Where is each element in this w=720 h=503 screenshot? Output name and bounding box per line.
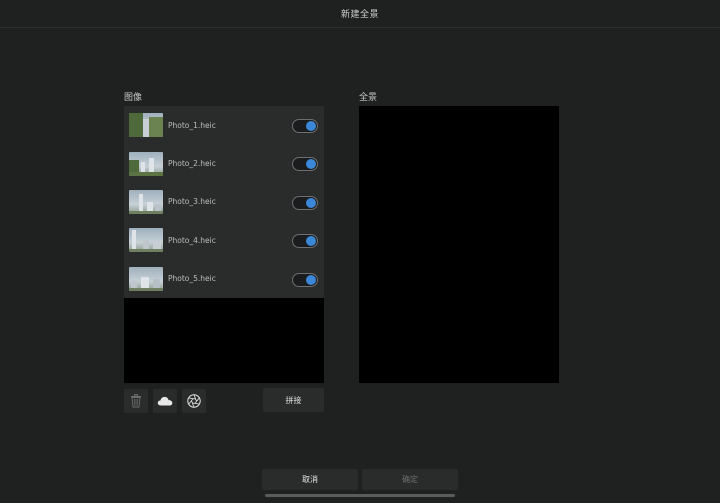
images-panel: Photo_1.heic Photo_2.heic Photo_3.heic P… bbox=[124, 106, 324, 383]
photo-thumbnail bbox=[129, 151, 163, 176]
panorama-preview bbox=[359, 106, 559, 383]
aperture-icon bbox=[187, 394, 201, 408]
image-toggle[interactable] bbox=[292, 195, 318, 210]
photo-thumbnail bbox=[129, 266, 163, 291]
ok-button[interactable]: 确定 bbox=[362, 469, 458, 490]
toggle-knob bbox=[306, 159, 316, 170]
image-row-2[interactable]: Photo_2.heic bbox=[124, 144, 324, 182]
toggle-knob bbox=[306, 274, 316, 285]
image-row-1[interactable]: Photo_1.heic bbox=[124, 106, 324, 144]
images-section-label: 图像 bbox=[124, 93, 143, 103]
image-row-5[interactable]: Photo_5.heic bbox=[124, 260, 324, 298]
photo-thumbnail bbox=[129, 189, 163, 214]
panorama-section-label: 全景 bbox=[359, 93, 378, 103]
stitch-button[interactable]: 拼接 bbox=[263, 388, 324, 412]
cancel-button[interactable]: 取消 bbox=[262, 469, 358, 490]
toggle-knob bbox=[306, 197, 316, 208]
window-title: 新建全景 bbox=[340, 10, 379, 20]
image-row-3[interactable]: Photo_3.heic bbox=[124, 183, 324, 221]
image-row-4[interactable]: Photo_4.heic bbox=[124, 221, 324, 259]
aperture-button[interactable] bbox=[182, 389, 206, 413]
photo-thumbnail bbox=[129, 228, 163, 253]
cloud-button[interactable] bbox=[153, 389, 177, 413]
image-list: Photo_1.heic Photo_2.heic Photo_3.heic P… bbox=[124, 106, 324, 298]
trash-icon bbox=[131, 394, 141, 408]
delete-button[interactable] bbox=[124, 389, 148, 413]
image-toggle[interactable] bbox=[292, 157, 318, 172]
toggle-knob bbox=[306, 236, 316, 247]
photo-thumbnail bbox=[129, 113, 163, 138]
toggle-knob bbox=[306, 121, 316, 131]
cloud-icon bbox=[157, 396, 173, 406]
home-indicator bbox=[265, 494, 455, 497]
title-bar: 新建全景 bbox=[0, 0, 720, 28]
image-toggle[interactable] bbox=[292, 119, 318, 133]
image-toggle[interactable] bbox=[292, 272, 318, 287]
image-toggle[interactable] bbox=[292, 234, 318, 249]
